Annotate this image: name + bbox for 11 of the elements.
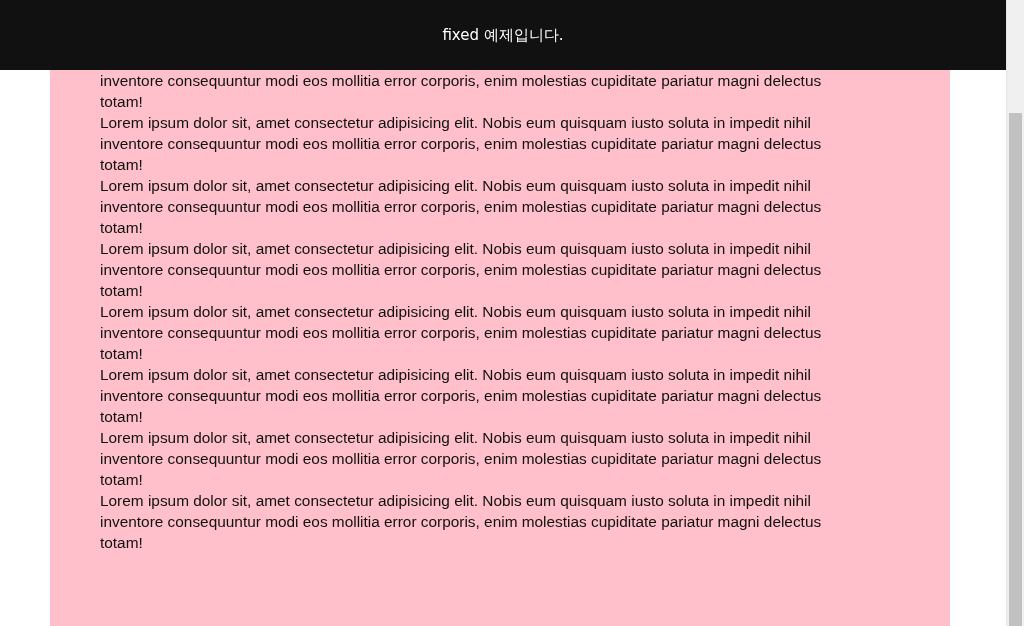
paragraph: Lorem ipsum dolor sit, amet consectetur adipisicing elit. Nobis eum quisquam iusto soluta in impedit nihil inventore consequuntur modi eos mollitia error corporis, enim molestias cupiditate pariatur magni delectus totam!: [100, 176, 823, 238]
paragraph: Lorem ipsum dolor sit, amet consectetur adipisicing elit. Nobis eum quisquam iusto soluta in impedit nihil inventore consequuntur modi eos mollitia error corporis, enim molestias cupiditate pariatur magni delectus totam!: [100, 113, 823, 175]
paragraph: Lorem ipsum dolor sit, amet consectetur adipisicing elit. Nobis eum quisquam iusto soluta in impedit nihil inventore consequuntur modi eos mollitia error corporis, enim molestias cupiditate pariatur magni delectus totam!: [100, 428, 823, 490]
scrollbar[interactable]: [1006, 0, 1024, 626]
paragraph: inventore consequuntur modi eos mollitia error corporis, enim molestias cupiditate pariatur magni delectus totam!: [100, 71, 823, 112]
scrollbar-thumb[interactable]: [1009, 113, 1022, 626]
paragraph: Lorem ipsum dolor sit, amet consectetur adipisicing elit. Nobis eum quisquam iusto soluta in impedit nihil inventore consequuntur modi eos mollitia error corporis, enim molestias cupiditate pariatur magni delectus totam!: [100, 491, 823, 553]
paragraph: Lorem ipsum dolor sit, amet consectetur adipisicing elit. Nobis eum quisquam iusto soluta in impedit nihil inventore consequuntur modi eos mollitia error corporis, enim molestias cupiditate pariatur magni delectus totam!: [100, 365, 823, 427]
header-title: fixed 예제입니다.: [442, 24, 564, 46]
paragraph: Lorem ipsum dolor sit, amet consectetur adipisicing elit. Nobis eum quisquam iusto soluta in impedit nihil inventore consequuntur modi eos mollitia error corporis, enim molestias cupiditate pariatur magni delectus totam!: [100, 239, 823, 301]
paragraph: Lorem ipsum dolor sit, amet consectetur adipisicing elit. Nobis eum quisquam iusto soluta in impedit nihil inventore consequuntur modi eos mollitia error corporis, enim molestias cupiditate pariatur magni delectus totam!: [100, 302, 823, 364]
